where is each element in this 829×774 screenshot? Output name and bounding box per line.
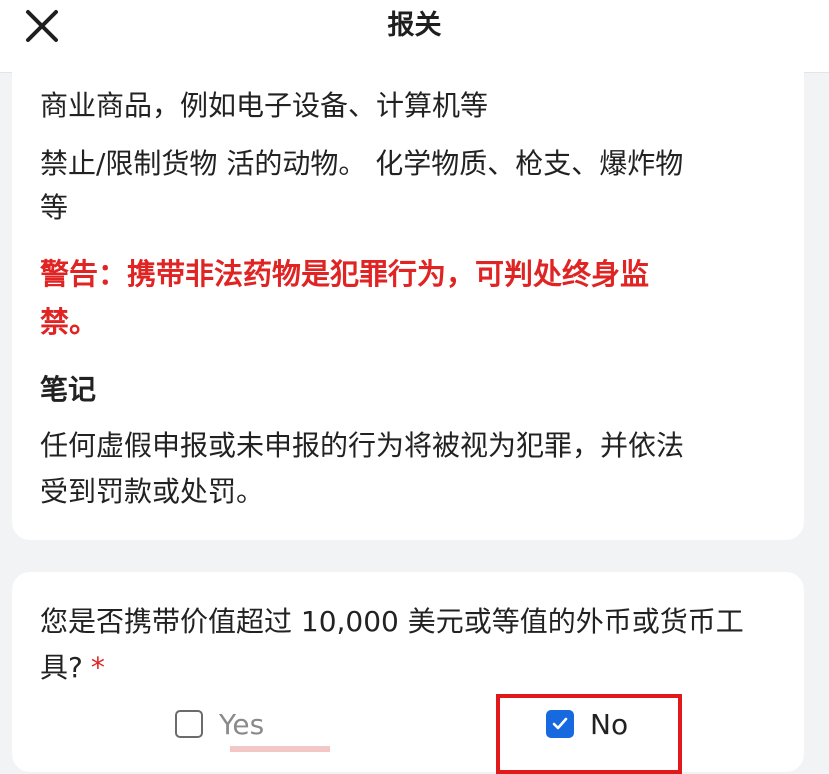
selection-highlight-box bbox=[496, 694, 682, 774]
warning-text-line1: 警告：携带非法药物是犯罪行为，可判处终身监 bbox=[40, 257, 650, 291]
checkbox-empty-icon[interactable] bbox=[175, 710, 203, 738]
question-text-line1: 您是否携带价值超过 10,000 美元或等值的外币或货币工 bbox=[40, 605, 744, 638]
required-asterisk: * bbox=[90, 651, 105, 684]
decorative-bar bbox=[230, 746, 330, 752]
notes-text-line2: 受到罚款或处罚。 bbox=[40, 475, 265, 508]
option-yes[interactable]: Yes bbox=[175, 700, 264, 748]
prohibited-goods-text-line1: 禁止/限制货物 活的动物。 化学物质、枪支、爆炸物 bbox=[40, 147, 684, 180]
notes-text-line1: 任何虚假申报或未申报的行为将被视为犯罪，并依法 bbox=[40, 429, 685, 462]
info-card: 商业商品，例如电子设备、计算机等 禁止/限制货物 活的动物。 化学物质、枪支、爆… bbox=[12, 60, 804, 540]
commercial-goods-text: 商业商品，例如电子设备、计算机等 bbox=[40, 89, 489, 122]
prohibited-goods-text-line2: 等 bbox=[40, 191, 69, 224]
question-text-end: 具? bbox=[40, 651, 83, 684]
currency-question-card: 您是否携带价值超过 10,000 美元或等值的外币或货币工 具? * bbox=[12, 572, 804, 772]
question-text-line2: 具? * bbox=[40, 644, 780, 692]
notes-title: 笔记 bbox=[40, 373, 97, 406]
warning-text-line2: 禁。 bbox=[40, 305, 99, 339]
option-yes-label: Yes bbox=[219, 707, 265, 741]
page-title: 报关 bbox=[387, 10, 442, 41]
